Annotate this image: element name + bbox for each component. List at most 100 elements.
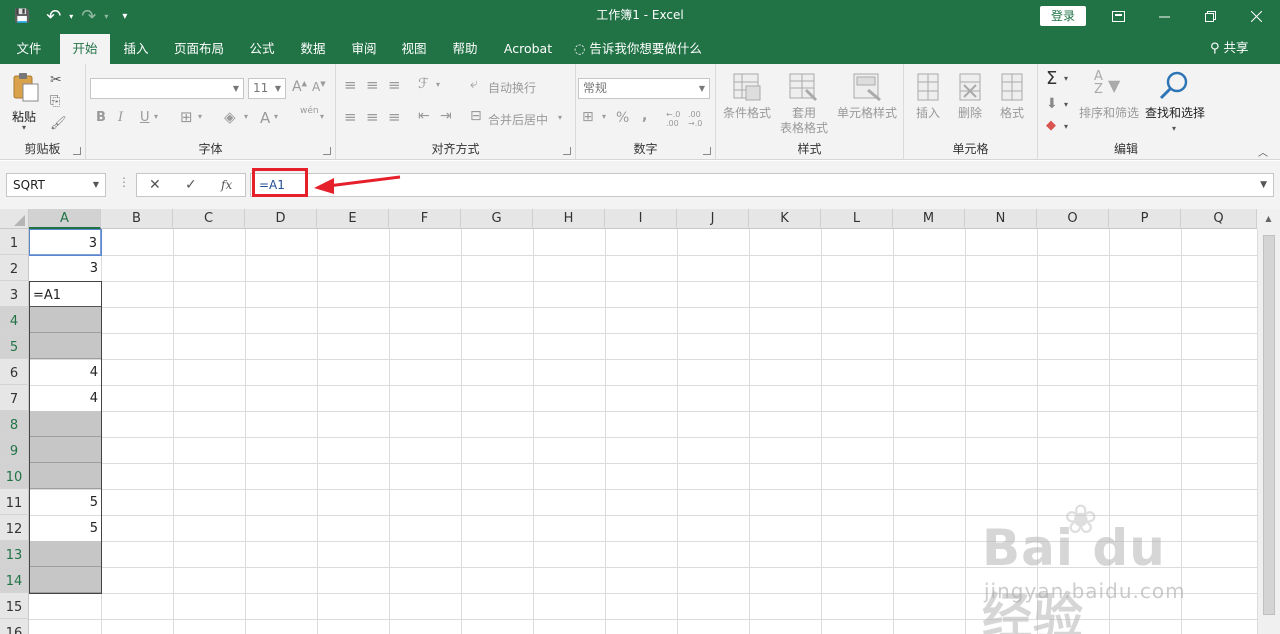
shrink-font-icon[interactable]: A▼ (312, 80, 326, 94)
column-header-e[interactable]: E (317, 209, 389, 229)
increase-decimal-icon[interactable]: ←.0.00 (666, 110, 680, 128)
row-header-8[interactable]: 8 (0, 411, 29, 437)
scrollbar-thumb[interactable] (1263, 235, 1275, 615)
cell-styles-button[interactable]: 单元格样式 (834, 70, 900, 136)
column-header-m[interactable]: M (893, 209, 965, 229)
vertical-scrollbar[interactable] (1257, 229, 1280, 634)
row-header-10[interactable]: 10 (0, 463, 29, 489)
undo-dropdown-icon[interactable]: ▾ (69, 4, 73, 28)
underline-dropdown-icon[interactable]: ▾ (154, 112, 158, 121)
formula-input[interactable]: =A1 ▼ (250, 173, 1274, 197)
column-header-l[interactable]: L (821, 209, 893, 229)
font-size-combo[interactable]: 11 ▼ (248, 78, 286, 99)
cell-a13[interactable] (29, 541, 101, 567)
undo-icon[interactable]: ↶ (46, 4, 61, 28)
row-header-5[interactable]: 5 (0, 333, 29, 359)
name-box[interactable]: SQRT ▼ (6, 173, 106, 197)
tab-page-layout[interactable]: 页面布局 (164, 32, 234, 64)
row-header-2[interactable]: 2 (0, 255, 29, 281)
clear-dropdown-icon[interactable]: ▾ (1064, 122, 1068, 131)
autosum-dropdown-icon[interactable]: ▾ (1064, 74, 1068, 83)
number-format-combo[interactable]: 常规 ▼ (578, 78, 710, 99)
column-header-i[interactable]: I (605, 209, 677, 229)
select-all-corner[interactable] (0, 209, 29, 229)
merge-dropdown-icon[interactable]: ▾ (558, 113, 562, 122)
phonetic-dropdown-icon[interactable]: ▾ (320, 112, 324, 121)
cell-a1[interactable]: 3 (29, 229, 101, 255)
close-icon[interactable] (1233, 0, 1279, 32)
align-right-icon[interactable]: ≡ (388, 108, 401, 126)
fill-color-dropdown-icon[interactable]: ▾ (244, 112, 248, 121)
format-painter-icon[interactable]: 🖌 (50, 116, 67, 131)
font-launcher-icon[interactable] (323, 147, 331, 155)
wrap-text-icon[interactable]: ⤶ (470, 76, 478, 92)
cell-a7[interactable]: 4 (29, 385, 101, 411)
row-header-9[interactable]: 9 (0, 437, 29, 463)
fill-dropdown-icon[interactable]: ▾ (1064, 100, 1068, 109)
tell-me-search[interactable]: ◌ 告诉我你想要做什么 (574, 32, 714, 64)
row-header-14[interactable]: 14 (0, 567, 29, 593)
phonetic-icon[interactable]: wén (300, 106, 319, 116)
row-header-3[interactable]: 3 (0, 281, 29, 307)
tab-formulas[interactable]: 公式 (240, 32, 284, 64)
clear-icon[interactable]: ◆ (1046, 118, 1056, 133)
align-top-icon[interactable]: ≡ (344, 76, 357, 94)
fill-icon[interactable]: ⬇ (1046, 96, 1058, 112)
cell-a6[interactable]: 4 (29, 359, 101, 385)
row-header-15[interactable]: 15 (0, 593, 29, 619)
column-header-c[interactable]: C (173, 209, 245, 229)
fill-color-icon[interactable]: ◈ (224, 108, 236, 126)
formula-bar-splitter-icon[interactable]: ⋮ (118, 175, 130, 189)
tab-acrobat[interactable]: Acrobat (496, 32, 560, 64)
cell-a4[interactable] (29, 307, 101, 333)
align-center-icon[interactable]: ≡ (366, 108, 379, 126)
name-box-dropdown-icon[interactable]: ▼ (93, 174, 99, 196)
align-bottom-icon[interactable]: ≡ (388, 76, 401, 94)
bold-icon[interactable]: B (96, 110, 106, 125)
tab-data[interactable]: 数据 (290, 32, 336, 64)
column-header-d[interactable]: D (245, 209, 317, 229)
tab-home[interactable]: 开始 (60, 34, 110, 64)
align-left-icon[interactable]: ≡ (344, 108, 357, 126)
merge-center-icon[interactable]: ⊟ (470, 108, 482, 124)
row-header-12[interactable]: 12 (0, 515, 29, 541)
ribbon-display-icon[interactable] (1095, 0, 1141, 32)
insert-cells-button[interactable]: 插入 (908, 70, 948, 126)
format-cells-button[interactable]: 格式 (992, 70, 1032, 126)
italic-icon[interactable]: I (118, 110, 123, 125)
cut-icon[interactable]: ✂ (50, 72, 62, 88)
comma-style-icon[interactable]: , (642, 108, 647, 124)
tab-insert[interactable]: 插入 (114, 32, 158, 64)
autosum-icon[interactable]: Σ (1046, 68, 1057, 89)
cell-a10[interactable] (29, 463, 101, 489)
cell-a11[interactable]: 5 (29, 489, 101, 515)
tab-help[interactable]: 帮助 (442, 32, 488, 64)
row-header-16[interactable]: 16 (0, 619, 29, 634)
merge-center-label[interactable]: 合并后居中 (488, 111, 548, 128)
copy-icon[interactable]: ⎘ (50, 94, 60, 109)
number-launcher-icon[interactable] (703, 147, 711, 155)
percent-icon[interactable]: % (616, 110, 629, 126)
tab-review[interactable]: 审阅 (342, 32, 386, 64)
redo-dropdown-icon[interactable]: ▾ (104, 4, 108, 28)
row-header-13[interactable]: 13 (0, 541, 29, 567)
column-header-q[interactable]: Q (1181, 209, 1257, 229)
column-header-j[interactable]: J (677, 209, 749, 229)
cell-a3[interactable]: =A1 (29, 281, 101, 307)
minimize-icon[interactable] (1141, 0, 1187, 32)
accounting-dropdown-icon[interactable]: ▾ (602, 112, 606, 121)
underline-icon[interactable]: U (140, 110, 150, 125)
collapse-ribbon-icon[interactable]: ︿ (1258, 144, 1268, 159)
increase-indent-icon[interactable]: ⇥ (440, 108, 452, 124)
grow-font-icon[interactable]: A▲ (292, 79, 307, 95)
cell-a12[interactable]: 5 (29, 515, 101, 541)
enter-icon[interactable]: ✓ (185, 174, 197, 196)
cell-a5[interactable] (29, 333, 101, 359)
expand-formula-bar-icon[interactable]: ▼ (1260, 174, 1267, 196)
clipboard-launcher-icon[interactable] (73, 147, 81, 155)
cell-a8[interactable] (29, 411, 101, 437)
cell-a14[interactable] (29, 567, 101, 593)
accounting-format-icon[interactable]: ⊞ (582, 109, 594, 125)
column-header-o[interactable]: O (1037, 209, 1109, 229)
save-icon[interactable]: 💾 (14, 4, 30, 28)
